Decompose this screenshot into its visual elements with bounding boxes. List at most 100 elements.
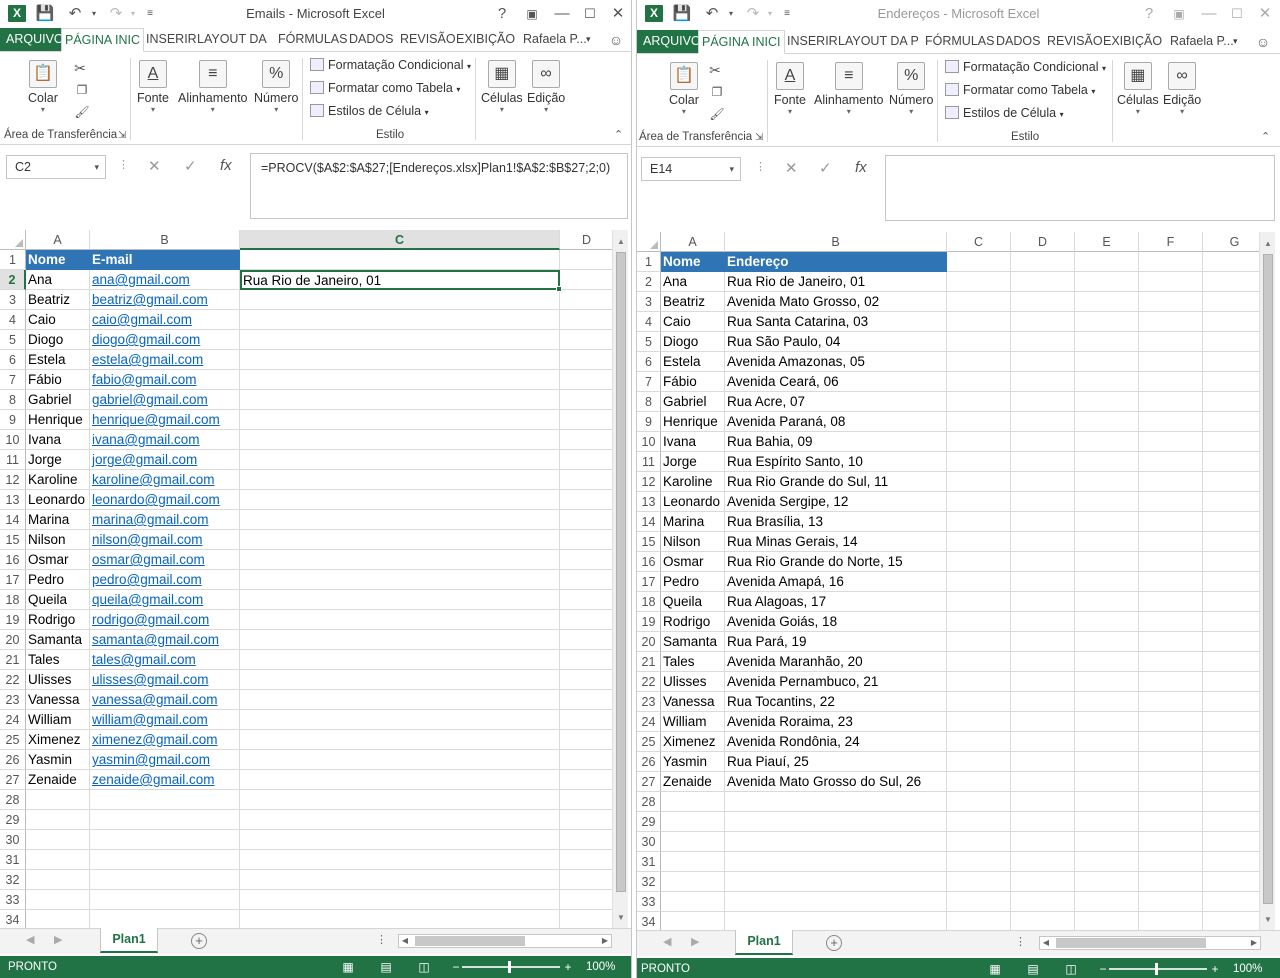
address-cell[interactable]: Rua Rio Grande do Sul, 11 <box>725 472 947 492</box>
cell[interactable] <box>1139 612 1203 632</box>
cell[interactable] <box>947 392 1011 412</box>
cell[interactable] <box>1139 632 1203 652</box>
cell[interactable] <box>947 872 1011 892</box>
numero-button[interactable]: % Número ▾ <box>254 60 298 115</box>
scroll-left-icon[interactable]: ◀ <box>1040 937 1052 949</box>
column-header-c[interactable]: C <box>947 232 1011 252</box>
address-cell[interactable]: Rua Brasília, 13 <box>725 512 947 532</box>
name-cell[interactable]: Vanessa <box>661 692 725 712</box>
normal-view-icon[interactable]: ▦ <box>987 961 1003 977</box>
row-header[interactable]: 18 <box>0 590 26 610</box>
name-cell[interactable]: Marina <box>26 510 90 530</box>
cell[interactable] <box>26 790 90 810</box>
cell[interactable] <box>240 310 560 330</box>
cell[interactable] <box>1139 332 1203 352</box>
cell[interactable] <box>1011 872 1075 892</box>
cell[interactable] <box>1011 792 1075 812</box>
name-cell[interactable]: Nilson <box>661 532 725 552</box>
cell[interactable] <box>240 730 560 750</box>
zoom-slider[interactable] <box>462 966 560 968</box>
row-header[interactable]: 11 <box>637 452 661 472</box>
cell[interactable] <box>1139 592 1203 612</box>
cell[interactable] <box>1203 912 1267 930</box>
address-cell[interactable]: Rua Rio Grande do Norte, 15 <box>725 552 947 572</box>
cell[interactable] <box>1139 672 1203 692</box>
user-name[interactable]: Rafaela P... <box>1170 30 1234 54</box>
email-link-cell[interactable]: ximenez@gmail.com <box>90 730 240 750</box>
cell[interactable] <box>560 790 614 810</box>
user-name[interactable]: Rafaela P... <box>523 28 587 52</box>
cell[interactable] <box>1203 512 1267 532</box>
prev-sheet-icon[interactable]: ◀ <box>663 935 671 948</box>
column-header-b[interactable]: B <box>725 232 947 252</box>
email-link-cell[interactable]: vanessa@gmail.com <box>90 690 240 710</box>
cell[interactable] <box>560 750 614 770</box>
cell[interactable] <box>560 810 614 830</box>
scrollbar-thumb[interactable] <box>616 252 626 892</box>
tab-exibicao[interactable]: EXIBIÇÃO <box>1100 30 1165 54</box>
cell[interactable] <box>560 730 614 750</box>
cell[interactable] <box>240 510 560 530</box>
row-header[interactable]: 3 <box>637 292 661 312</box>
cell[interactable] <box>1075 492 1139 512</box>
cell[interactable] <box>1011 372 1075 392</box>
name-cell[interactable]: Henrique <box>26 410 90 430</box>
cell[interactable] <box>240 610 560 630</box>
cell[interactable] <box>1139 872 1203 892</box>
scroll-right-icon[interactable]: ▶ <box>599 935 611 947</box>
tab-exibicao[interactable]: EXIBIÇÃO <box>453 28 518 52</box>
normal-view-icon[interactable]: ▦ <box>340 959 356 975</box>
cell[interactable] <box>1075 692 1139 712</box>
cell[interactable] <box>1203 392 1267 412</box>
alinhamento-button[interactable]: ≡ Alinhamento ▾ <box>814 62 884 117</box>
name-cell[interactable]: William <box>661 712 725 732</box>
row-header[interactable]: 5 <box>637 332 661 352</box>
ribbon-display-icon[interactable]: ▣ <box>522 4 542 24</box>
tab-pagina-inicial[interactable]: PÁGINA INICI <box>698 30 785 54</box>
cell[interactable] <box>947 532 1011 552</box>
name-cell[interactable]: Pedro <box>661 572 725 592</box>
row-header[interactable]: 16 <box>0 550 26 570</box>
row-header[interactable]: 30 <box>637 832 661 852</box>
cell[interactable] <box>1075 792 1139 812</box>
cell[interactable] <box>1139 792 1203 812</box>
cell[interactable] <box>947 752 1011 772</box>
cell[interactable] <box>1139 732 1203 752</box>
scroll-right-icon[interactable]: ▶ <box>1248 937 1260 949</box>
cell[interactable] <box>1011 912 1075 930</box>
cell[interactable] <box>1011 552 1075 572</box>
email-link-cell[interactable]: henrique@gmail.com <box>90 410 240 430</box>
close-icon[interactable]: ✕ <box>1255 4 1275 24</box>
insert-function-icon[interactable]: fx <box>220 157 232 174</box>
tab-dados[interactable]: DADOS <box>346 28 396 52</box>
name-cell[interactable]: Pedro <box>26 570 90 590</box>
cell[interactable] <box>1139 412 1203 432</box>
cell[interactable] <box>1203 712 1267 732</box>
name-cell[interactable]: Karoline <box>26 470 90 490</box>
cell[interactable] <box>947 892 1011 912</box>
edicao-button[interactable]: ∞ Edição ▾ <box>1163 62 1201 117</box>
cell[interactable] <box>240 530 560 550</box>
formula-input[interactable] <box>885 155 1275 221</box>
name-cell[interactable]: Queila <box>661 592 725 612</box>
column-header-b[interactable]: B <box>90 230 240 250</box>
cell[interactable] <box>947 512 1011 532</box>
scissors-icon[interactable]: ✂ <box>705 60 725 80</box>
cell[interactable] <box>1139 552 1203 572</box>
name-cell[interactable]: Caio <box>661 312 725 332</box>
sheet-tab-plan1[interactable]: Plan1 <box>100 928 158 953</box>
zoom-level[interactable]: 100% <box>586 956 615 978</box>
row-header[interactable]: 19 <box>0 610 26 630</box>
maximize-icon[interactable]: ☐ <box>580 4 600 24</box>
cell[interactable] <box>560 470 614 490</box>
email-link-cell[interactable]: nilson@gmail.com <box>90 530 240 550</box>
maximize-icon[interactable]: ☐ <box>1227 4 1247 24</box>
cell[interactable] <box>661 872 725 892</box>
scroll-down-icon[interactable]: ▼ <box>613 910 629 926</box>
cell[interactable] <box>240 850 560 870</box>
cell[interactable] <box>947 472 1011 492</box>
cell[interactable] <box>1075 712 1139 732</box>
cell[interactable] <box>947 792 1011 812</box>
cell[interactable] <box>560 630 614 650</box>
cell[interactable] <box>90 830 240 850</box>
